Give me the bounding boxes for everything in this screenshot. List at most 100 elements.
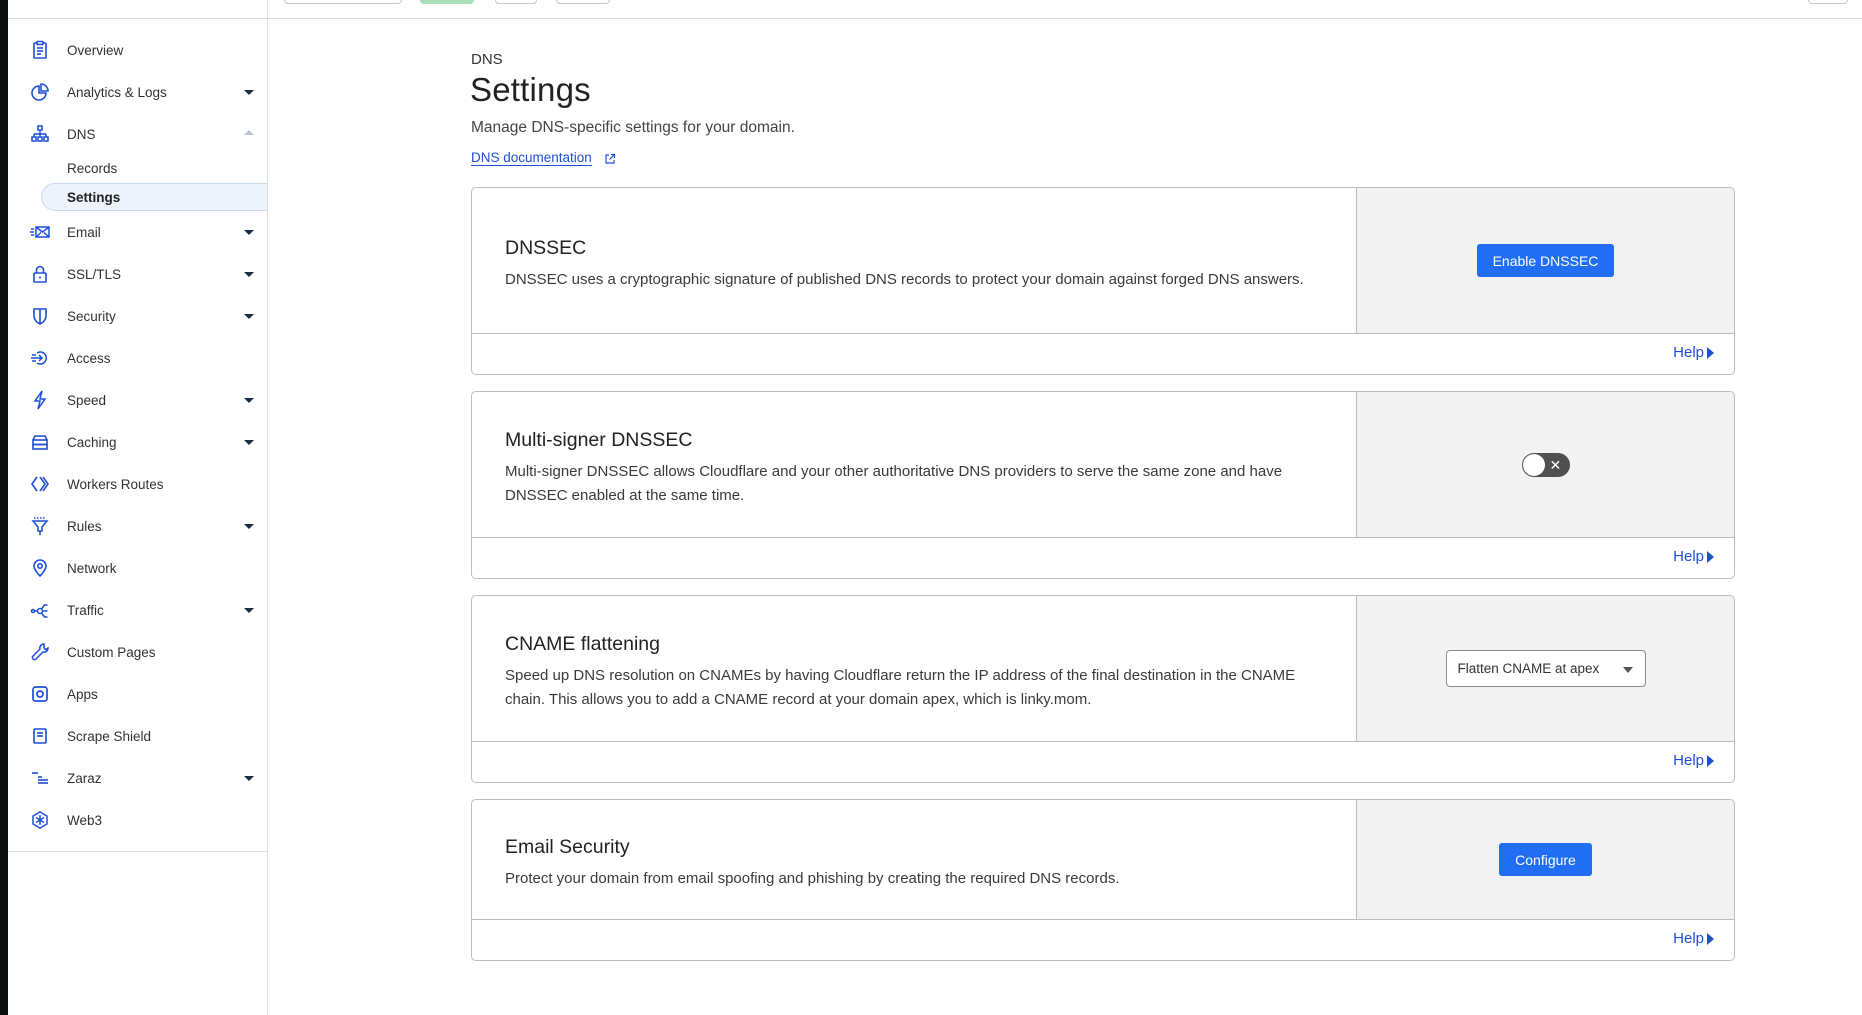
sidebar-item-custom-pages[interactable]: Custom Pages	[8, 631, 267, 673]
multi-signer-dnssec-card: Multi-signer DNSSEC Multi-signer DNSSEC …	[471, 391, 1735, 579]
card-content: DNSSEC DNSSEC uses a cryptographic signa…	[472, 188, 1356, 333]
sidebar-item-label: Access	[67, 350, 111, 366]
sidebar-divider	[8, 851, 268, 852]
sidebar-item-overview[interactable]: Overview	[8, 29, 267, 71]
sidebar-subitem-label: Records	[67, 161, 118, 176]
sidebar-item-web3[interactable]: Web3	[8, 799, 267, 841]
chevron-down-icon[interactable]	[244, 230, 254, 235]
caret-right-icon	[1707, 932, 1714, 945]
sidebar-item-access[interactable]: Access	[8, 337, 267, 379]
sidebar-item-ssl-tls[interactable]: SSL/TLS	[8, 253, 267, 295]
shield-icon	[30, 306, 50, 326]
sidebar-item-analytics-logs[interactable]: Analytics & Logs	[8, 71, 267, 113]
sidebar: Overview Analytics & Logs DNS Records Se…	[8, 19, 268, 1015]
select-value: Flatten CNAME at apex	[1457, 661, 1600, 676]
sitemap-icon	[30, 124, 50, 144]
sidebar-item-security[interactable]: Security	[8, 295, 267, 337]
lightning-icon	[30, 390, 50, 410]
card-body: Multi-signer DNSSEC Multi-signer DNSSEC …	[472, 392, 1734, 538]
help-link[interactable]: Help	[1673, 344, 1714, 361]
card-footer: Help	[472, 742, 1734, 782]
sidebar-item-traffic[interactable]: Traffic	[8, 589, 267, 631]
help-link[interactable]: Help	[1673, 930, 1714, 947]
card-content: CNAME flattening Speed up DNS resolution…	[472, 596, 1356, 741]
chevron-down-icon[interactable]	[244, 440, 254, 445]
card-title: DNSSEC	[505, 237, 587, 259]
chevron-up-icon[interactable]	[244, 130, 254, 135]
header-search-field[interactable]	[284, 0, 402, 4]
multi-signer-dnssec-toggle[interactable]: ✕	[1521, 452, 1570, 477]
web3-icon	[30, 810, 50, 830]
sidebar-item-label: Overview	[67, 42, 124, 58]
sidebar-item-speed[interactable]: Speed	[8, 379, 267, 421]
access-icon	[30, 348, 50, 368]
sidebar-item-label: Speed	[67, 392, 107, 408]
sidebar-item-workers-routes[interactable]: Workers Routes	[8, 463, 267, 505]
sidebar-item-label: Apps	[67, 686, 98, 702]
server-stack-icon	[30, 432, 50, 452]
close-icon: ✕	[1549, 456, 1562, 473]
caret-right-icon	[1707, 550, 1714, 563]
workers-icon	[30, 474, 50, 494]
sidebar-item-rules[interactable]: Rules	[8, 505, 267, 547]
sidebar-item-dns[interactable]: DNS	[8, 113, 267, 155]
cname-flattening-select[interactable]: Flatten CNAME at apex	[1445, 650, 1646, 687]
sidebar-subitem-label: Settings	[67, 190, 121, 205]
chevron-down-icon[interactable]	[244, 524, 254, 529]
card-body: Email Security Protect your domain from …	[472, 800, 1734, 920]
chevron-down-icon[interactable]	[244, 90, 254, 95]
enable-dnssec-button[interactable]: Enable DNSSEC	[1476, 244, 1615, 277]
toggle-knob	[1522, 453, 1545, 476]
sidebar-item-label: DNS	[67, 126, 96, 142]
help-link[interactable]: Help	[1673, 752, 1714, 769]
card-title: Email Security	[505, 836, 630, 858]
sidebar-subitem-records[interactable]: Records	[8, 155, 267, 183]
caret-right-icon	[1707, 754, 1714, 767]
window-edge	[0, 0, 8, 1015]
page-subtitle: Manage DNS-specific settings for your do…	[471, 119, 795, 136]
location-pin-icon	[30, 558, 50, 578]
pie-chart-icon	[30, 82, 50, 102]
header-button[interactable]	[495, 0, 537, 4]
sidebar-subitem-settings[interactable]: Settings	[41, 183, 267, 211]
card-control-panel: Configure	[1356, 800, 1734, 919]
sidebar-item-email[interactable]: Email	[8, 211, 267, 253]
card-body: CNAME flattening Speed up DNS resolution…	[472, 596, 1734, 742]
sidebar-item-apps[interactable]: Apps	[8, 673, 267, 715]
sidebar-item-scrape-shield[interactable]: Scrape Shield	[8, 715, 267, 757]
page-title: Settings	[470, 71, 591, 108]
sidebar-item-zaraz[interactable]: Zaraz	[8, 757, 267, 799]
sidebar-header	[8, 0, 268, 19]
card-description: Protect your domain from email spoofing …	[505, 870, 1120, 887]
header-button[interactable]	[556, 0, 610, 4]
lock-icon	[30, 264, 50, 284]
chevron-down-icon[interactable]	[244, 608, 254, 613]
sidebar-item-label: Scrape Shield	[67, 728, 152, 744]
external-link-icon[interactable]	[604, 152, 616, 164]
card-description: Multi-signer DNSSEC allows Cloudflare an…	[505, 463, 1283, 504]
sidebar-item-label: Traffic	[67, 602, 104, 618]
chevron-down-icon[interactable]	[244, 272, 254, 277]
chevron-down-icon[interactable]	[244, 776, 254, 781]
top-header	[8, 0, 1862, 19]
dns-documentation-link[interactable]: DNS documentation	[471, 150, 592, 166]
caret-right-icon	[1707, 346, 1714, 359]
help-label: Help	[1673, 548, 1704, 565]
card-control-panel: Flatten CNAME at apex	[1356, 596, 1734, 741]
card-footer: Help	[472, 334, 1734, 374]
sidebar-item-network[interactable]: Network	[8, 547, 267, 589]
clipboard-icon	[30, 40, 50, 60]
sidebar-nav: Overview Analytics & Logs DNS Records Se…	[8, 19, 267, 841]
configure-button[interactable]: Configure	[1499, 843, 1592, 876]
sidebar-item-caching[interactable]: Caching	[8, 421, 267, 463]
card-footer: Help	[472, 920, 1734, 960]
header-button[interactable]	[1808, 0, 1848, 4]
chevron-down-icon[interactable]	[244, 314, 254, 319]
chevron-down-icon[interactable]	[244, 398, 254, 403]
help-link[interactable]: Help	[1673, 548, 1714, 565]
card-title: Multi-signer DNSSEC	[505, 429, 693, 451]
document-icon	[30, 726, 50, 746]
zaraz-icon	[30, 768, 50, 788]
card-control-panel: Enable DNSSEC	[1356, 188, 1734, 333]
sidebar-item-label: Security	[67, 308, 116, 324]
